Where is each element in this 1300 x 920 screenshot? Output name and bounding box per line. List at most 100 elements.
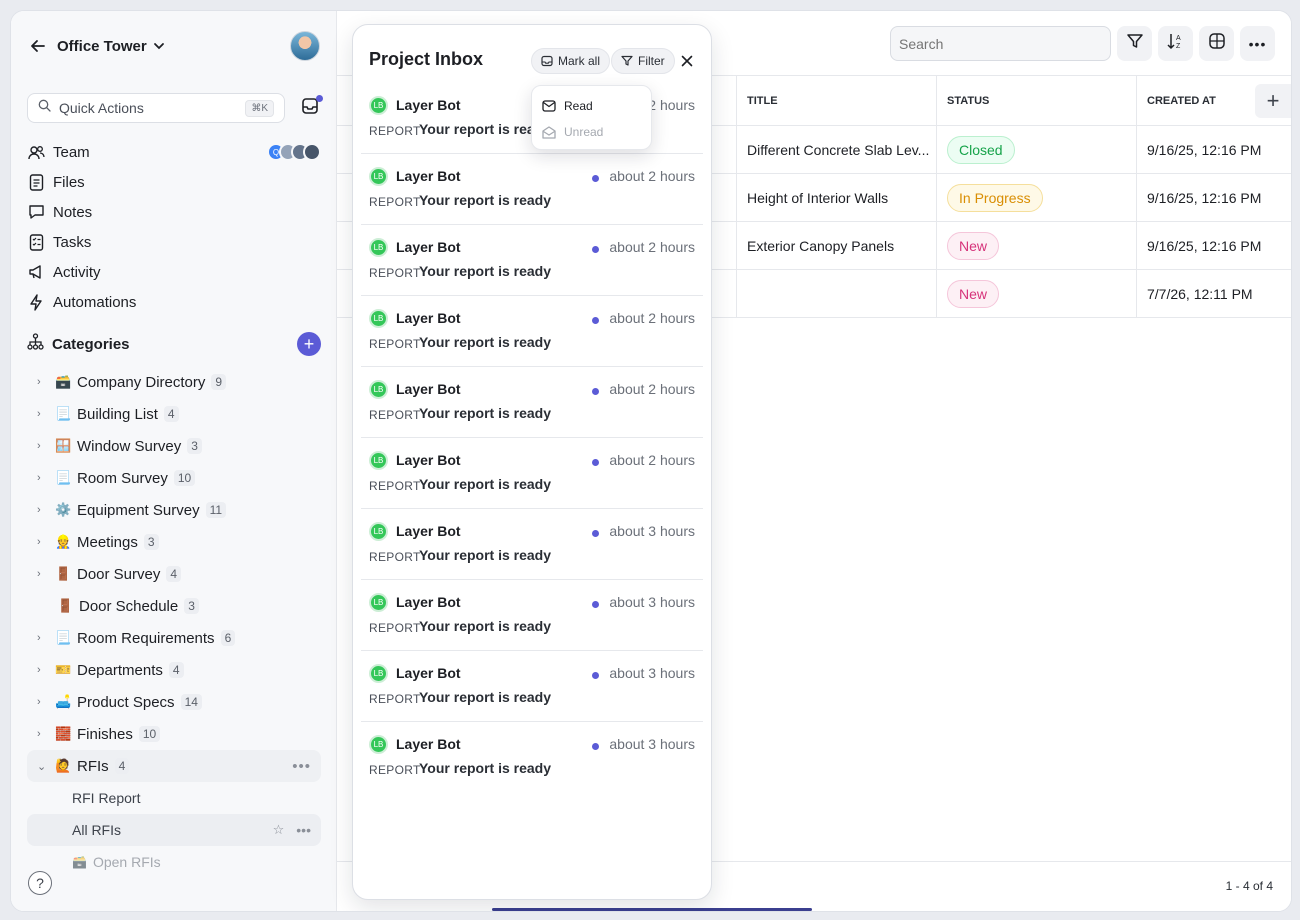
- notification-sender: Layer Bot: [396, 168, 461, 184]
- mark-all-menu: Read Unread: [531, 85, 652, 150]
- category-count: 4: [168, 662, 184, 678]
- category-emoji: 🚪: [55, 566, 72, 581]
- category-window-survey[interactable]: › 🪟 Window Survey 3: [27, 430, 321, 462]
- category-room-requirements[interactable]: › 📃 Room Requirements 6: [27, 622, 321, 654]
- star-icon[interactable]: ☆: [273, 822, 285, 838]
- add-column-button[interactable]: +: [1255, 84, 1291, 118]
- project-title[interactable]: Office Tower: [57, 38, 147, 55]
- chevron-right-icon[interactable]: ›: [37, 408, 49, 420]
- notification-item[interactable]: LB Layer Bot about 3 hours REPORT Your repor…: [361, 722, 703, 793]
- unread-dot: [592, 246, 599, 253]
- category-departments[interactable]: › 🎫 Departments 4: [27, 654, 321, 686]
- add-category-button[interactable]: +: [297, 332, 321, 356]
- category-count: 10: [173, 470, 196, 486]
- notification-item[interactable]: LB Layer Bot about 2 hours REPORT Your repor…: [361, 225, 703, 296]
- notification-kind: REPORT: [369, 479, 421, 493]
- sidebar-item-files[interactable]: Files: [27, 167, 321, 197]
- category-building-list[interactable]: › 📃 Building List 4: [27, 398, 321, 430]
- search-input[interactable]: [890, 26, 1111, 61]
- category-emoji: 🛋️: [55, 694, 72, 709]
- category-equipment-survey[interactable]: › ⚙️ Equipment Survey 11: [27, 494, 321, 526]
- notification-item[interactable]: LB Layer Bot about 2 hours REPORT Your repor…: [361, 154, 703, 225]
- category-door-schedule[interactable]: 🚪 Door Schedule 3: [27, 590, 321, 622]
- sidebar-item-activity[interactable]: Activity: [27, 257, 321, 287]
- mark-unread-option[interactable]: Unread: [542, 119, 651, 145]
- inbox-button[interactable]: [297, 95, 323, 121]
- avatar: [303, 143, 321, 161]
- notification-item[interactable]: LB Layer Bot about 2 hours REPORT Your repor…: [361, 296, 703, 367]
- all-rfis-view[interactable]: All RFIs ☆ •••: [27, 814, 321, 846]
- quick-actions-label: Quick Actions: [59, 100, 144, 116]
- category-door-survey[interactable]: › 🚪 Door Survey 4: [27, 558, 321, 590]
- column-header-title[interactable]: TITLE: [736, 76, 936, 126]
- avatar: LB: [369, 451, 388, 470]
- category-emoji: 🗃️: [55, 374, 72, 389]
- chevron-right-icon[interactable]: ›: [37, 472, 49, 484]
- chevron-right-icon[interactable]: ›: [37, 728, 49, 740]
- chevron-right-icon[interactable]: ›: [37, 504, 49, 516]
- status-cell: Closed: [936, 126, 1136, 174]
- notification-sender: Layer Bot: [396, 97, 461, 113]
- team-avatars: Q: [267, 143, 321, 161]
- notification-item[interactable]: LB Layer Bot about 3 hours REPORT Your repor…: [361, 509, 703, 580]
- help-button[interactable]: ?: [28, 871, 52, 895]
- category-count: 3: [184, 598, 199, 614]
- mark-read-option[interactable]: Read: [542, 93, 651, 119]
- chevron-right-icon[interactable]: ›: [37, 664, 49, 676]
- category-product-specs[interactable]: › 🛋️ Product Specs 14: [27, 686, 321, 718]
- sidebar-item-automations[interactable]: Automations: [27, 287, 321, 317]
- status-badge: New: [947, 280, 1000, 308]
- chevron-right-icon[interactable]: ›: [37, 568, 49, 580]
- user-avatar[interactable]: [290, 31, 320, 61]
- sidebar: Office Tower Quick Actions ⌘K Team Q Fil…: [11, 11, 337, 911]
- sidebar-nav: Team Q Files Notes Tasks Activity Automa…: [27, 137, 321, 317]
- more-icon[interactable]: •••: [296, 822, 311, 838]
- chevron-down-icon[interactable]: ⌄: [37, 760, 49, 773]
- quick-actions-search[interactable]: Quick Actions ⌘K: [27, 93, 285, 123]
- category-label: Room Survey: [77, 469, 168, 487]
- rfi-report-view[interactable]: RFI Report: [27, 782, 321, 814]
- open-rfis-view[interactable]: 🗃️ Open RFIs: [27, 846, 321, 878]
- avatar: LB: [369, 522, 388, 541]
- chevron-right-icon[interactable]: ›: [37, 376, 49, 388]
- filter-button[interactable]: [1117, 26, 1152, 61]
- notification-item[interactable]: LB Layer Bot about 2 hours REPORT Your repor…: [361, 367, 703, 438]
- title-cell: Exterior Canopy Panels: [736, 222, 936, 270]
- more-options-button[interactable]: •••: [1240, 26, 1275, 61]
- unread-dot: [592, 388, 599, 395]
- category-finishes[interactable]: › 🧱 Finishes 10: [27, 718, 321, 750]
- sidebar-item-tasks[interactable]: Tasks: [27, 227, 321, 257]
- notification-message: Your report is ready: [419, 618, 552, 634]
- group-button[interactable]: [1199, 26, 1234, 61]
- sidebar-item-notes[interactable]: Notes: [27, 197, 321, 227]
- svg-text:A: A: [1176, 35, 1181, 42]
- notification-item[interactable]: LB Layer Bot about 3 hours REPORT Your repor…: [361, 651, 703, 722]
- notification-item[interactable]: LB Layer Bot about 3 hours REPORT Your repor…: [361, 580, 703, 651]
- category-meetings[interactable]: › 👷 Meetings 3: [27, 526, 321, 558]
- sort-button[interactable]: AZ: [1158, 26, 1193, 61]
- filter-chip-button[interactable]: Filter: [611, 48, 675, 74]
- chevron-right-icon[interactable]: ›: [37, 632, 49, 644]
- notification-item[interactable]: LB Layer Bot about 2 hours REPORT Your repor…: [361, 438, 703, 509]
- notification-message: Your report is ready: [419, 405, 552, 421]
- mark-all-button[interactable]: Mark all: [531, 48, 611, 74]
- chevron-right-icon[interactable]: ›: [37, 440, 49, 452]
- status-cell: In Progress: [936, 174, 1136, 222]
- notification-sender: Layer Bot: [396, 523, 461, 539]
- category-emoji: 📃: [55, 406, 72, 421]
- more-icon[interactable]: •••: [292, 758, 311, 775]
- category-rfis[interactable]: ⌄ 🙋 RFIs 4 •••: [27, 750, 321, 782]
- sidebar-item-team[interactable]: Team Q: [27, 137, 321, 167]
- app-window: Office Tower Quick Actions ⌘K Team Q Fil…: [10, 10, 1292, 912]
- category-company-directory[interactable]: › 🗃️ Company Directory 9: [27, 366, 321, 398]
- column-header-created[interactable]: CREATED AT: [1136, 76, 1256, 126]
- chevron-right-icon[interactable]: ›: [37, 696, 49, 708]
- chevron-down-icon[interactable]: [153, 39, 167, 53]
- scroll-indicator[interactable]: [492, 908, 812, 911]
- sort-az-icon: AZ: [1166, 31, 1186, 56]
- close-icon[interactable]: [677, 51, 697, 71]
- column-header-status[interactable]: STATUS: [936, 76, 1136, 126]
- category-room-survey[interactable]: › 📃 Room Survey 10: [27, 462, 321, 494]
- arrow-left-icon[interactable]: [27, 35, 49, 57]
- chevron-right-icon[interactable]: ›: [37, 536, 49, 548]
